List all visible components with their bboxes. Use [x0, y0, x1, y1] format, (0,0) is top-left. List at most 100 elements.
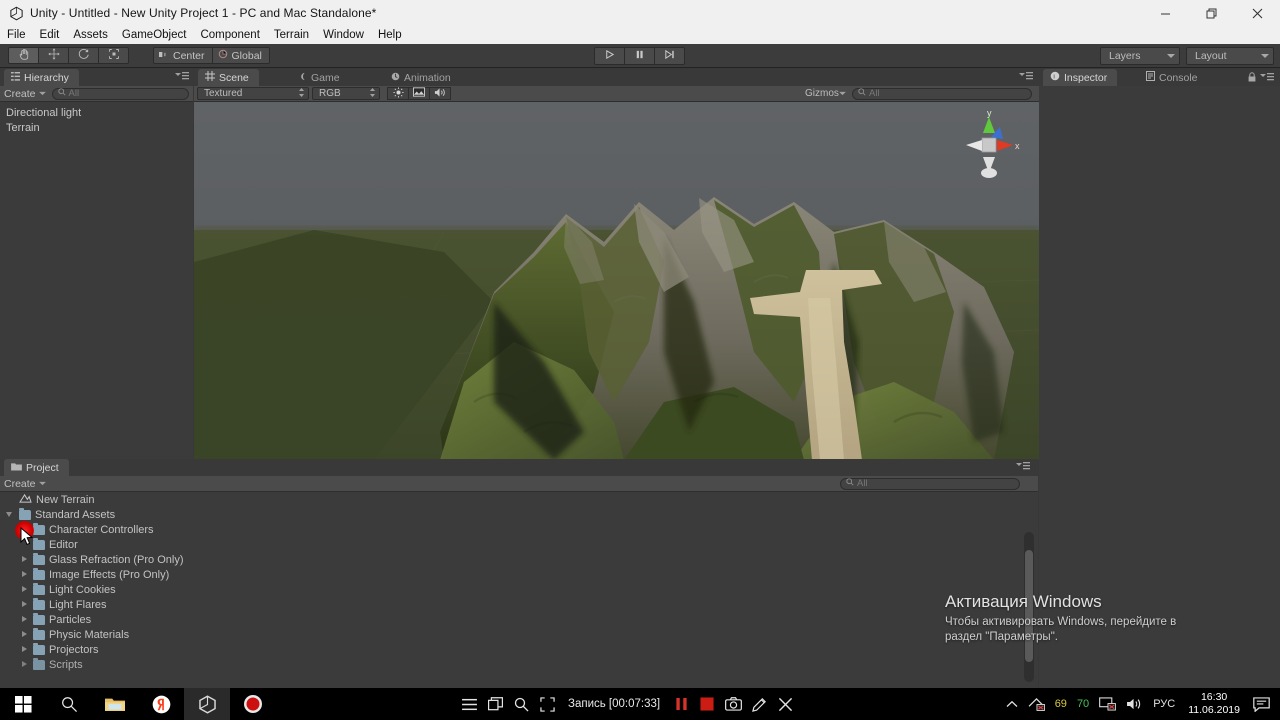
project-scrollbar[interactable] [1024, 532, 1034, 682]
pivot-mode-label: Center [173, 49, 205, 62]
expand-arrow-icon[interactable] [20, 660, 29, 669]
counter-70[interactable]: 70 [1072, 688, 1094, 720]
pause-button[interactable] [624, 47, 655, 65]
lock-icon[interactable] [1248, 72, 1256, 85]
project-item-new-terrain[interactable]: New Terrain [0, 492, 1038, 507]
notification-icon[interactable] [1248, 688, 1280, 720]
collapse-arrow-icon[interactable] [6, 510, 15, 519]
recorder-stop-button[interactable] [694, 688, 720, 720]
expand-arrow-icon[interactable] [20, 645, 29, 654]
project-item-editor[interactable]: Editor [0, 537, 1038, 552]
volume-tray-icon[interactable] [1121, 688, 1148, 720]
file-explorer-button[interactable] [92, 688, 138, 720]
scene-draw-mode-dropdown[interactable]: Textured [197, 87, 309, 100]
recorder-taskbar-button[interactable] [230, 688, 276, 720]
scene-viewport[interactable]: y x [194, 102, 1039, 460]
pivot-center-button[interactable]: Center [153, 47, 213, 64]
tab-hierarchy[interactable]: Hierarchy [4, 69, 79, 86]
recorder-camera-button[interactable] [720, 688, 746, 720]
menu-file[interactable]: File [0, 26, 33, 44]
recorder-region-button[interactable] [534, 688, 560, 720]
step-button[interactable] [654, 47, 685, 65]
chevron-up-icon[interactable] [1001, 688, 1023, 720]
scene-axis-gizmo[interactable]: y x [954, 107, 1026, 182]
project-item-character-controllers[interactable]: Character Controllers [0, 522, 1038, 537]
display-tray-icon[interactable] [1094, 688, 1121, 720]
recorder-window-button[interactable] [482, 688, 508, 720]
scene-render-mode-dropdown[interactable]: RGB [312, 87, 380, 100]
scene-search-input[interactable]: All [852, 87, 1032, 100]
minimize-button[interactable] [1142, 0, 1188, 26]
project-create-button[interactable]: Create [4, 478, 46, 490]
tab-inspector[interactable]: i Inspector [1043, 69, 1118, 86]
recorder-pen-button[interactable] [746, 688, 772, 720]
rotate-tool-button[interactable] [68, 47, 99, 64]
expand-arrow-icon[interactable] [20, 615, 29, 624]
project-item-projectors[interactable]: Projectors [0, 642, 1038, 657]
play-button[interactable] [594, 47, 625, 65]
project-item-light-flares[interactable]: Light Flares [0, 597, 1038, 612]
project-item-scripts[interactable]: Scripts [0, 657, 1038, 672]
menu-window[interactable]: Window [316, 26, 371, 44]
scale-tool-button[interactable] [98, 47, 129, 64]
menu-terrain[interactable]: Terrain [267, 26, 316, 44]
menu-assets[interactable]: Assets [66, 26, 115, 44]
hierarchy-item-directional-light[interactable]: Directional light [0, 105, 193, 120]
menu-edit[interactable]: Edit [33, 26, 67, 44]
search-button[interactable] [46, 688, 92, 720]
hierarchy-create-button[interactable]: Create [4, 88, 46, 100]
tab-project[interactable]: Project [4, 459, 69, 476]
gizmos-dropdown[interactable]: Gizmos [799, 87, 849, 100]
project-item-image-effects[interactable]: Image Effects (Pro Only) [0, 567, 1038, 582]
counter-69[interactable]: 69 [1050, 688, 1072, 720]
expand-arrow-icon[interactable] [20, 600, 29, 609]
language-indicator[interactable]: РУС [1148, 688, 1180, 720]
scene-audio-toggle[interactable] [429, 87, 451, 100]
hierarchy-menu-button[interactable] [175, 72, 189, 81]
rotation-global-button[interactable]: Global [211, 47, 270, 64]
tab-animation[interactable]: Animation [384, 69, 461, 86]
tab-game[interactable]: Game [291, 69, 350, 86]
project-search-input[interactable]: All [840, 477, 1020, 490]
project-scroll-thumb[interactable] [1025, 550, 1033, 662]
layout-dropdown[interactable]: Layout [1186, 47, 1274, 65]
hierarchy-search-input[interactable]: All [51, 87, 189, 100]
restore-button[interactable] [1188, 0, 1234, 26]
recorder-close-button[interactable] [772, 688, 798, 720]
project-item-glass-refraction[interactable]: Glass Refraction (Pro Only) [0, 552, 1038, 567]
search-icon [858, 88, 866, 99]
start-button[interactable] [0, 688, 46, 720]
taskbar-clock[interactable]: 16:30 11.06.2019 [1180, 688, 1248, 720]
scene-lighting-toggle[interactable] [387, 86, 409, 100]
menu-component[interactable]: Component [193, 26, 266, 44]
layers-dropdown[interactable]: Layers [1100, 47, 1180, 65]
hierarchy-item-terrain[interactable]: Terrain [0, 120, 193, 135]
scene-toolbar: Textured RGB Gizmos All [194, 86, 1039, 102]
expand-arrow-icon[interactable] [20, 585, 29, 594]
project-item-light-cookies[interactable]: Light Cookies [0, 582, 1038, 597]
scene-fx-toggle[interactable] [408, 87, 430, 100]
expand-arrow-icon[interactable] [20, 555, 29, 564]
recorder-menu-button[interactable] [456, 688, 482, 720]
expand-arrow-icon[interactable] [20, 630, 29, 639]
unity-taskbar-button[interactable] [184, 688, 230, 720]
recorder-pause-button[interactable] [668, 688, 694, 720]
hand-tool-button[interactable] [8, 47, 39, 64]
scene-menu-button[interactable] [1019, 72, 1033, 84]
project-item-physic-materials[interactable]: Physic Materials [0, 627, 1038, 642]
yandex-browser-button[interactable] [138, 688, 184, 720]
network-tray-icon[interactable] [1023, 688, 1050, 720]
project-item-particles[interactable]: Particles [0, 612, 1038, 627]
tab-scene[interactable]: Scene [198, 69, 259, 86]
move-tool-button[interactable] [38, 47, 69, 64]
close-button[interactable] [1234, 0, 1280, 26]
menu-gameobject[interactable]: GameObject [115, 26, 194, 44]
inspector-tabrow: i Inspector Console [1039, 69, 1280, 86]
menu-help[interactable]: Help [371, 26, 409, 44]
inspector-menu-button[interactable] [1260, 72, 1274, 85]
recorder-search-button[interactable] [508, 688, 534, 720]
project-item-standard-assets[interactable]: Standard Assets [0, 507, 1038, 522]
tab-console[interactable]: Console [1139, 69, 1208, 86]
project-menu-button[interactable] [1016, 462, 1030, 474]
expand-arrow-icon[interactable] [20, 570, 29, 579]
